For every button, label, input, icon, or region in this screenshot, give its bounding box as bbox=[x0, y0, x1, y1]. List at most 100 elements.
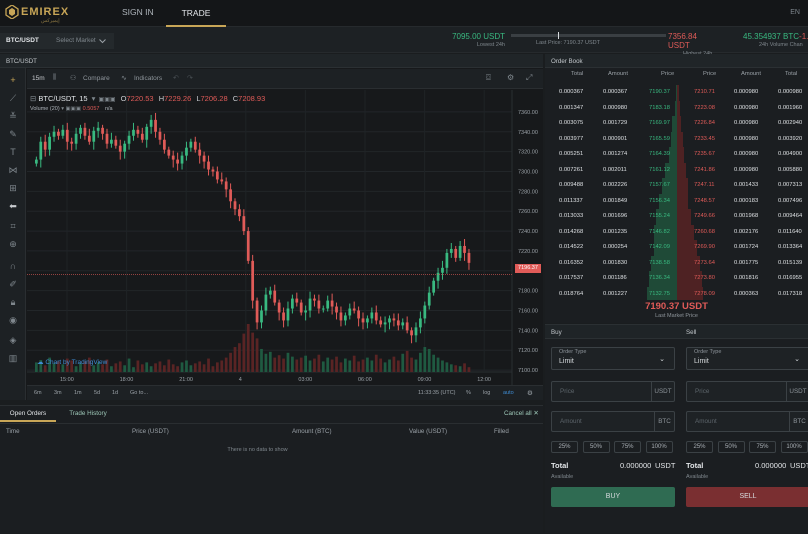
order-book-rows: 0.000367 0.000367 7190.37 7210.71 0.000980 0.… bbox=[545, 85, 808, 300]
order-book-row[interactable]: 0.014522 0.000254 7142.09 7269.90 0.001724 0.… bbox=[545, 240, 808, 256]
percent-toggle[interactable]: % bbox=[466, 390, 471, 396]
candle-body bbox=[427, 292, 431, 306]
order-book-row[interactable]: 0.001347 0.000980 7183.18 7223.08 0.000980 0.… bbox=[545, 100, 808, 116]
order-book-row[interactable]: 0.018764 0.001227 7132.75 7278.09 0.000363 0.… bbox=[545, 286, 808, 300]
interval-selector[interactable]: 15m bbox=[32, 75, 45, 82]
sell-percent-50[interactable]: 50% bbox=[717, 441, 745, 453]
goto-button[interactable]: Go to... bbox=[130, 390, 148, 396]
zoom-in-icon[interactable]: ⊕ bbox=[7, 238, 19, 250]
tradingview-watermark[interactable]: ☁ Chart by TradingView bbox=[37, 358, 107, 366]
language-selector[interactable]: EN bbox=[790, 9, 800, 16]
volume-bar bbox=[92, 365, 96, 372]
crosshair-icon[interactable]: + bbox=[7, 74, 19, 86]
gear-icon[interactable]: ⚙ bbox=[507, 73, 514, 82]
ruler-icon[interactable]: ⌗ bbox=[7, 220, 19, 232]
range-6m[interactable]: 6m bbox=[34, 390, 42, 396]
ask-amount: 0.000980 bbox=[734, 120, 759, 126]
camera-icon[interactable]: ⌼ bbox=[486, 73, 491, 83]
candle-body bbox=[388, 318, 391, 323]
range-3m[interactable]: 3m bbox=[54, 390, 62, 396]
legend-buttons-icon[interactable]: ▣▣▣ bbox=[99, 97, 116, 103]
order-book-row[interactable]: 0.005251 0.001274 7164.39 7235.67 0.000980 0.… bbox=[545, 147, 808, 163]
trend-line-icon[interactable]: ⟋ bbox=[7, 92, 19, 104]
auto-toggle[interactable]: auto bbox=[503, 390, 514, 396]
buy-amount-input[interactable]: Amount BTC bbox=[551, 411, 675, 432]
volume-bar bbox=[123, 365, 127, 372]
legend-dropdown-icon[interactable]: ▾ bbox=[92, 94, 96, 103]
ask-amount: 0.000183 bbox=[734, 197, 759, 204]
order-book-row[interactable]: 0.003075 0.001729 7169.97 7226.84 0.000980 0.… bbox=[545, 116, 808, 132]
buy-order-type-select[interactable]: Order Type Limit ⌄ bbox=[551, 347, 675, 370]
text-tool-icon[interactable]: T bbox=[7, 146, 19, 158]
range-1d[interactable]: 1d bbox=[112, 390, 118, 396]
magnet-icon[interactable]: ∩ bbox=[7, 260, 19, 272]
candle-body bbox=[57, 131, 60, 136]
sell-percent-100[interactable]: 100% bbox=[780, 441, 808, 453]
undo-icon[interactable]: ↶ bbox=[173, 74, 179, 82]
trade-tab[interactable]: TRADE bbox=[166, 0, 226, 27]
eye-icon[interactable]: ◉ bbox=[7, 314, 19, 326]
sell-percent-25[interactable]: 25% bbox=[686, 441, 713, 453]
cancel-all-button[interactable]: Cancel all ✕ bbox=[504, 410, 539, 417]
sell-percent-75[interactable]: 75% bbox=[749, 441, 776, 453]
order-book-row[interactable]: 0.011337 0.001849 7156.34 7248.57 0.000183 0.… bbox=[545, 193, 808, 209]
fullscreen-icon[interactable]: ⤢ bbox=[526, 73, 532, 83]
brush-icon[interactable]: ✎ bbox=[7, 128, 19, 140]
lock-icon[interactable]: 🔒︎ bbox=[7, 296, 19, 308]
projection-tool-icon[interactable]: ⊞ bbox=[7, 182, 19, 194]
candlestick-plot[interactable]: 7360.00 7340.00 7320.00 7300.00 7280.00 7260.… bbox=[27, 90, 543, 400]
buy-button[interactable]: BUY bbox=[551, 487, 675, 507]
candle-body bbox=[92, 130, 96, 142]
pair-selector[interactable]: BTC/USDT Select Market bbox=[0, 33, 114, 49]
sell-button[interactable]: SELL bbox=[686, 487, 808, 507]
compare-button[interactable]: Compare bbox=[83, 75, 110, 82]
buy-percent-75[interactable]: 75% bbox=[614, 441, 641, 453]
order-book-row[interactable]: 0.017537 0.001186 7136.34 7273.80 0.001816 0.… bbox=[545, 271, 808, 287]
order-book-row[interactable]: 0.009488 0.002226 7157.67 7247.11 0.001433 0.… bbox=[545, 178, 808, 194]
buy-percent-25[interactable]: 25% bbox=[551, 441, 578, 453]
ask-total: 0.017318 bbox=[778, 290, 803, 297]
range-5d[interactable]: 5d bbox=[94, 390, 100, 396]
price-chart[interactable]: 7360.00 7340.00 7320.00 7300.00 7280.00 7260.… bbox=[27, 90, 543, 400]
chart-settings-icon[interactable]: ⚙ bbox=[527, 389, 533, 397]
x-tick-label: 21:00 bbox=[179, 377, 193, 383]
buy-price-input[interactable]: Price USDT bbox=[551, 381, 675, 402]
bid-total: 0.003075 bbox=[559, 120, 584, 126]
tab-trade-history[interactable]: Trade History bbox=[64, 406, 112, 422]
range-1m[interactable]: 1m bbox=[74, 390, 82, 396]
log-toggle[interactable]: log bbox=[483, 390, 490, 396]
back-arrow-icon[interactable]: ⬅ bbox=[7, 200, 19, 212]
buy-percent-100[interactable]: 100% bbox=[645, 441, 673, 453]
pattern-tool-icon[interactable]: ⋈ bbox=[7, 164, 19, 176]
order-book-row[interactable]: 0.007261 0.002011 7161.12 7241.86 0.000980 0.… bbox=[545, 162, 808, 178]
layers-icon[interactable]: ◈ bbox=[7, 334, 19, 346]
sell-amount-input[interactable]: Amount BTC bbox=[686, 411, 808, 432]
sign-in-link[interactable]: SIGN IN bbox=[122, 7, 154, 17]
candle-type-icon[interactable]: ⫼ bbox=[53, 74, 56, 82]
sell-order-type-select[interactable]: Order Type Limit ⌄ bbox=[686, 347, 808, 370]
bid-amount: 0.000980 bbox=[603, 104, 628, 111]
fib-tool-icon[interactable]: ≚ bbox=[7, 110, 19, 122]
order-book-row[interactable]: 0.013033 0.001696 7155.24 7249.66 0.001968 0.… bbox=[545, 209, 808, 225]
order-book-row[interactable]: 0.014268 0.001235 7146.82 7260.68 0.002176 0.… bbox=[545, 224, 808, 240]
order-book-row[interactable]: 0.016352 0.001830 7138.58 7273.64 0.001775 0.… bbox=[545, 255, 808, 271]
bid-amount: 0.001274 bbox=[603, 151, 628, 157]
utc-time[interactable]: 11:33:35 (UTC) bbox=[418, 390, 456, 396]
legend-collapse-icon[interactable]: ⊟ bbox=[30, 94, 36, 103]
volume-legend-dropdown-icon[interactable]: ▾ bbox=[61, 106, 64, 112]
order-book-row[interactable]: 0.000367 0.000367 7190.37 7210.71 0.000980 0.… bbox=[545, 85, 808, 101]
volume-bar bbox=[167, 359, 171, 372]
volume-legend-buttons-icon[interactable]: ▣▣▣ bbox=[65, 106, 81, 112]
stay-drawing-icon[interactable]: ✐ bbox=[7, 278, 19, 290]
emirex-logo[interactable]: EMIREX إيميركس bbox=[5, 4, 69, 24]
indicators-button[interactable]: Indicators bbox=[134, 75, 162, 82]
buy-percent-50[interactable]: 50% bbox=[582, 441, 610, 453]
candle-body bbox=[313, 298, 316, 301]
candle-body bbox=[463, 245, 466, 253]
order-book-row[interactable]: 0.003977 0.000901 7165.59 7233.45 0.000980 0.… bbox=[545, 131, 808, 147]
redo-icon[interactable]: ↷ bbox=[187, 74, 193, 82]
trash-icon[interactable]: ▥ bbox=[7, 352, 19, 364]
sell-price-input[interactable]: Price USDT bbox=[686, 381, 808, 402]
tab-open-orders[interactable]: Open Orders bbox=[0, 406, 56, 422]
bid-amount: 0.000254 bbox=[603, 244, 628, 250]
